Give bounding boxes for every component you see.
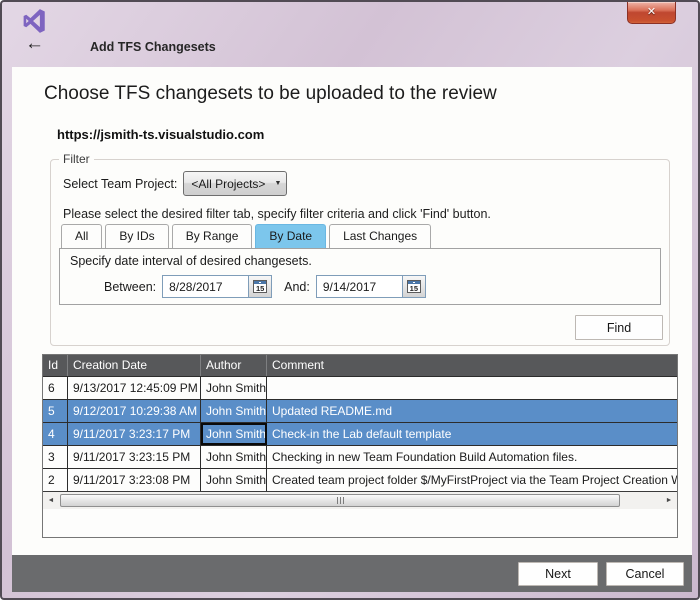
team-project-dropdown[interactable]: <All Projects> ▼	[183, 171, 287, 196]
table-row[interactable]: 69/13/2017 12:45:09 PMJohn Smith	[43, 376, 677, 399]
table-row[interactable]: 59/12/2017 10:29:38 AMJohn SmithUpdated …	[43, 399, 677, 422]
scrollbar-thumb[interactable]	[60, 494, 620, 507]
cell-author[interactable]: John Smith	[201, 469, 267, 491]
cell-comment[interactable]: Check-in the Lab default template	[267, 423, 677, 445]
cell-author[interactable]: John Smith	[201, 423, 267, 445]
cell-date[interactable]: 9/11/2017 3:23:08 PM	[68, 469, 201, 491]
close-button[interactable]: ✕	[627, 2, 676, 24]
server-url: https://jsmith-ts.visualstudio.com	[57, 127, 264, 142]
dialog-content: Choose TFS changesets to be uploaded to …	[12, 67, 692, 555]
date-row: Between: 8/28/2017 15 And: 9/14/2017	[60, 275, 660, 298]
footer-bar: Next Cancel	[12, 555, 692, 592]
window-title: Add TFS Changesets	[90, 40, 216, 54]
cell-comment[interactable]	[267, 377, 677, 399]
column-header-id[interactable]: Id	[43, 355, 68, 376]
and-date-value: 9/14/2017	[317, 280, 402, 294]
table-empty-area	[43, 509, 677, 537]
visual-studio-logo-icon	[22, 8, 48, 34]
cell-id[interactable]: 2	[43, 469, 68, 491]
table-header: Id Creation Date Author Comment	[43, 355, 677, 376]
tab-by-ids[interactable]: By IDs	[105, 224, 168, 248]
filter-tab-strip: All By IDs By Range By Date Last Changes	[61, 224, 431, 248]
cell-id[interactable]: 5	[43, 400, 68, 422]
horizontal-scrollbar[interactable]: ◄ ►	[43, 491, 677, 509]
next-button[interactable]: Next	[518, 562, 598, 586]
between-date-value: 8/28/2017	[163, 280, 248, 294]
table-row[interactable]: 29/11/2017 3:23:08 PMJohn SmithCreated t…	[43, 468, 677, 491]
between-label: Between:	[104, 280, 156, 294]
cell-date[interactable]: 9/12/2017 10:29:38 AM	[68, 400, 201, 422]
team-project-selected-value: <All Projects>	[191, 177, 265, 191]
team-project-row: Select Team Project: <All Projects> ▼	[63, 171, 287, 196]
scroll-left-arrow-icon[interactable]: ◄	[43, 493, 59, 509]
and-date-field[interactable]: 9/14/2017 15	[316, 275, 426, 298]
filter-instructions: Please select the desired filter tab, sp…	[63, 207, 491, 221]
and-calendar-button[interactable]: 15	[402, 276, 425, 297]
tab-by-range[interactable]: By Range	[172, 224, 253, 248]
filter-group-label: Filter	[59, 152, 94, 166]
between-calendar-button[interactable]: 15	[248, 276, 271, 297]
column-header-author[interactable]: Author	[201, 355, 267, 376]
calendar-icon: 15	[253, 280, 267, 293]
cell-author[interactable]: John Smith	[201, 400, 267, 422]
titlebar: ← Add TFS Changesets ✕	[2, 2, 698, 67]
close-icon: ✕	[647, 6, 656, 18]
cell-comment[interactable]: Created team project folder $/MyFirstPro…	[267, 469, 677, 491]
scroll-right-arrow-icon[interactable]: ►	[661, 493, 677, 509]
cell-date[interactable]: 9/13/2017 12:45:09 PM	[68, 377, 201, 399]
tab-by-date[interactable]: By Date	[255, 224, 326, 248]
cell-date[interactable]: 9/11/2017 3:23:17 PM	[68, 423, 201, 445]
table-row[interactable]: 49/11/2017 3:23:17 PMJohn SmithCheck-in …	[43, 422, 677, 445]
filter-groupbox: Filter Select Team Project: <All Project…	[50, 159, 670, 346]
back-arrow-icon[interactable]: ←	[25, 33, 44, 55]
changesets-table: Id Creation Date Author Comment 69/13/20…	[42, 354, 678, 538]
cell-comment[interactable]: Updated README.md	[267, 400, 677, 422]
column-header-creation-date[interactable]: Creation Date	[68, 355, 201, 376]
date-panel-instruction: Specify date interval of desired changes…	[70, 254, 312, 268]
cell-author[interactable]: John Smith	[201, 446, 267, 468]
table-row[interactable]: 39/11/2017 3:23:15 PMJohn SmithChecking …	[43, 445, 677, 468]
column-header-comment[interactable]: Comment	[267, 355, 677, 376]
cell-author[interactable]: John Smith	[201, 377, 267, 399]
cell-date[interactable]: 9/11/2017 3:23:15 PM	[68, 446, 201, 468]
cell-id[interactable]: 6	[43, 377, 68, 399]
page-title: Choose TFS changesets to be uploaded to …	[44, 83, 497, 105]
dialog-window: ← Add TFS Changesets ✕ Choose TFS change…	[0, 0, 700, 600]
cancel-button[interactable]: Cancel	[606, 562, 684, 586]
find-button[interactable]: Find	[575, 315, 663, 340]
calendar-icon: 15	[407, 280, 421, 293]
cell-id[interactable]: 3	[43, 446, 68, 468]
tab-all[interactable]: All	[61, 224, 102, 248]
by-date-tab-panel: Specify date interval of desired changes…	[59, 248, 661, 305]
chevron-down-icon: ▼	[274, 180, 281, 187]
team-project-label: Select Team Project:	[63, 177, 177, 191]
tab-last-changes[interactable]: Last Changes	[329, 224, 431, 248]
cell-id[interactable]: 4	[43, 423, 68, 445]
table-body: 69/13/2017 12:45:09 PMJohn Smith59/12/20…	[43, 376, 677, 491]
between-date-field[interactable]: 8/28/2017 15	[162, 275, 272, 298]
scrollbar-grip-icon	[337, 497, 338, 504]
cell-comment[interactable]: Checking in new Team Foundation Build Au…	[267, 446, 677, 468]
and-label: And:	[284, 280, 310, 294]
